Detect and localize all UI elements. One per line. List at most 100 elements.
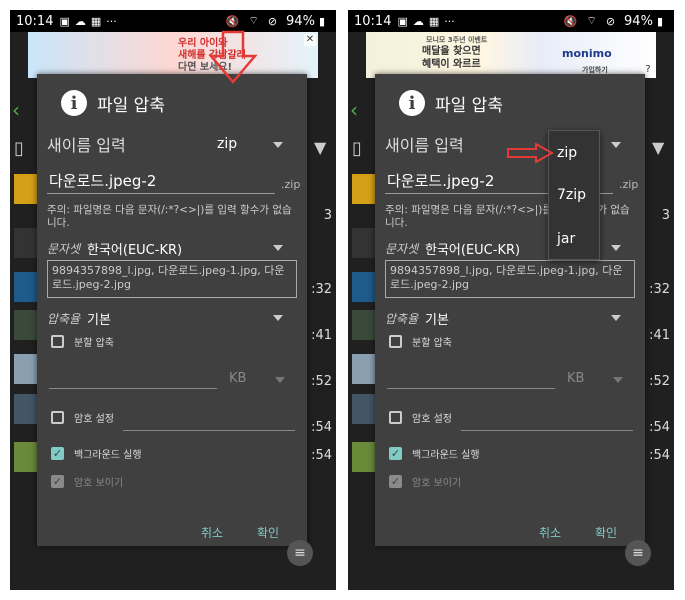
battery-percent: 94% xyxy=(286,13,315,29)
battery-icon: ▮ xyxy=(656,14,663,28)
chevron-down-icon[interactable] xyxy=(611,315,621,321)
menu-fab-icon[interactable]: ≡ xyxy=(287,540,313,566)
file-time: :52 xyxy=(649,374,670,389)
dnd-icon: ⊘ xyxy=(267,14,278,28)
status-time: 10:14 xyxy=(354,13,392,29)
confirm-button[interactable]: 확인 xyxy=(595,524,617,541)
charset-label: 문자셋 xyxy=(385,242,419,256)
phone-storage-icon: ▯ xyxy=(352,138,362,159)
filename-suffix: .zip xyxy=(619,178,639,191)
file-time: 3 xyxy=(323,208,332,223)
file-time: :32 xyxy=(311,282,332,297)
format-option-jar[interactable]: jar xyxy=(557,231,575,247)
red-arrow-right-icon xyxy=(507,143,554,163)
format-select[interactable]: zip xyxy=(217,136,237,152)
status-bar: 10:14 ▣ ☁ ▦ ··· 🔇 ⌔ ⊘ 94% ▮ xyxy=(10,10,336,32)
file-list: 9894357898_l.jpg, 다운로드.jpeg-1.jpg, 다운로드.… xyxy=(385,260,635,298)
split-checkbox-row[interactable]: 분할 압축 xyxy=(51,334,114,349)
unit-select[interactable]: KB xyxy=(229,371,246,386)
chevron-down-icon[interactable] xyxy=(611,245,621,251)
chevron-down-icon[interactable] xyxy=(273,142,283,148)
level-select[interactable]: 기본 xyxy=(425,309,449,328)
file-time: :54 xyxy=(649,420,670,435)
ad-close-icon[interactable]: ✕ xyxy=(304,34,316,46)
password-input[interactable] xyxy=(461,430,633,431)
battery-icon: ▮ xyxy=(318,14,325,28)
ad-brand: monimo xyxy=(562,47,612,60)
file-time: :54 xyxy=(649,448,670,463)
password-checkbox-row[interactable]: 암호 설정 xyxy=(51,410,114,425)
filter-icon: ▼ xyxy=(314,138,327,157)
charset-select[interactable]: 한국어(EUC-KR) xyxy=(425,239,520,258)
password-label: 암호 설정 xyxy=(74,414,114,425)
name-label: 새이름 입력 xyxy=(47,136,126,155)
password-checkbox-row[interactable]: 암호 설정 xyxy=(389,410,452,425)
filename-suffix: .zip xyxy=(281,178,301,191)
wifi-icon: ⌔ xyxy=(248,14,259,27)
file-time: :41 xyxy=(649,328,670,343)
chevron-down-icon[interactable] xyxy=(273,245,283,251)
level-select[interactable]: 기본 xyxy=(87,309,111,328)
file-time: :32 xyxy=(649,282,670,297)
show-password-checkbox: ✓ xyxy=(389,475,402,488)
split-checkbox[interactable] xyxy=(51,335,64,348)
password-checkbox[interactable] xyxy=(389,411,402,424)
menu-fab-icon[interactable]: ≡ xyxy=(625,540,651,566)
app-icon: ▦ xyxy=(90,14,102,28)
ad-banner[interactable]: 모니모 3주년 이벤트 매달을 찾으면 혜택이 와르르 monimo 가입하기 … xyxy=(366,32,656,78)
file-time: 3 xyxy=(661,208,670,223)
split-checkbox[interactable] xyxy=(389,335,402,348)
show-password-checkbox: ✓ xyxy=(51,475,64,488)
ad-line3: 혜택이 와르르 xyxy=(422,59,481,70)
background-label: 백그라운드 실행 xyxy=(412,450,480,461)
split-label: 분할 압축 xyxy=(74,338,114,349)
gallery-icon: ▣ xyxy=(397,14,408,28)
filter-icon: ▼ xyxy=(652,138,665,157)
app-icon: ▦ xyxy=(428,14,440,28)
mute-icon: 🔇 xyxy=(225,14,240,28)
info-icon: i xyxy=(399,90,425,116)
file-list: 9894357898_l.jpg, 다운로드.jpeg-1.jpg, 다운로드.… xyxy=(47,260,297,298)
format-option-zip[interactable]: zip xyxy=(557,145,577,161)
filename-input[interactable]: 다운로드.jpeg-2 xyxy=(47,170,275,194)
nav-back-icon: ‹ xyxy=(350,98,358,122)
mute-icon: 🔇 xyxy=(563,14,578,28)
ad-banner[interactable]: 우리 아이와 새해를 강남갈래 다면 보세요! ✕ xyxy=(28,32,318,78)
phone-screen-right: 10:14 ▣ ☁ ▦ ··· 🔇 ⌔ ⊘ 94% ▮ 모니모 3주년 이벤트 … xyxy=(348,10,674,590)
cancel-button[interactable]: 취소 xyxy=(201,524,223,541)
background-checkbox[interactable]: ✓ xyxy=(389,447,402,460)
unit-select[interactable]: KB xyxy=(567,371,584,386)
name-label: 새이름 입력 xyxy=(385,136,464,155)
background-checkbox-row[interactable]: ✓ 백그라운드 실행 xyxy=(51,446,142,461)
chevron-down-icon[interactable] xyxy=(611,142,621,148)
split-size-input[interactable] xyxy=(49,388,217,389)
show-password-checkbox-row: ✓ 암호 보이기 xyxy=(389,474,461,489)
chevron-down-icon[interactable] xyxy=(275,377,285,383)
filename-note: 주의: 파일명은 다음 문자(/:*?<>|)를 입력 할수가 없습니다. xyxy=(47,204,292,229)
show-password-checkbox-row: ✓ 암호 보이기 xyxy=(51,474,123,489)
nav-back-icon: ‹ xyxy=(12,98,20,122)
confirm-button[interactable]: 확인 xyxy=(257,524,279,541)
split-checkbox-row[interactable]: 분할 압축 xyxy=(389,334,452,349)
chevron-down-icon[interactable] xyxy=(613,377,623,383)
password-input[interactable] xyxy=(123,430,295,431)
phone-storage-icon: ▯ xyxy=(14,138,24,159)
dnd-icon: ⊘ xyxy=(605,14,616,28)
split-label: 분할 압축 xyxy=(412,338,452,349)
info-icon: i xyxy=(61,90,87,116)
compress-dialog: i 파일 압축 새이름 입력 zip 다운로드.jpeg-2 .zip 주의: … xyxy=(37,74,307,546)
charset-select[interactable]: 한국어(EUC-KR) xyxy=(87,239,182,258)
background-label: 백그라운드 실행 xyxy=(74,450,142,461)
dialog-title-text: 파일 압축 xyxy=(435,95,503,116)
gallery-icon: ▣ xyxy=(59,14,70,28)
format-option-7zip[interactable]: 7zip xyxy=(557,187,586,203)
format-dropdown-menu: zip 7zip jar xyxy=(548,130,600,260)
password-checkbox[interactable] xyxy=(51,411,64,424)
background-checkbox-row[interactable]: ✓ 백그라운드 실행 xyxy=(389,446,480,461)
split-size-input[interactable] xyxy=(387,388,555,389)
chevron-down-icon[interactable] xyxy=(273,315,283,321)
cancel-button[interactable]: 취소 xyxy=(539,524,561,541)
background-checkbox[interactable]: ✓ xyxy=(51,447,64,460)
wifi-icon: ⌔ xyxy=(586,14,597,27)
file-time: :54 xyxy=(311,420,332,435)
